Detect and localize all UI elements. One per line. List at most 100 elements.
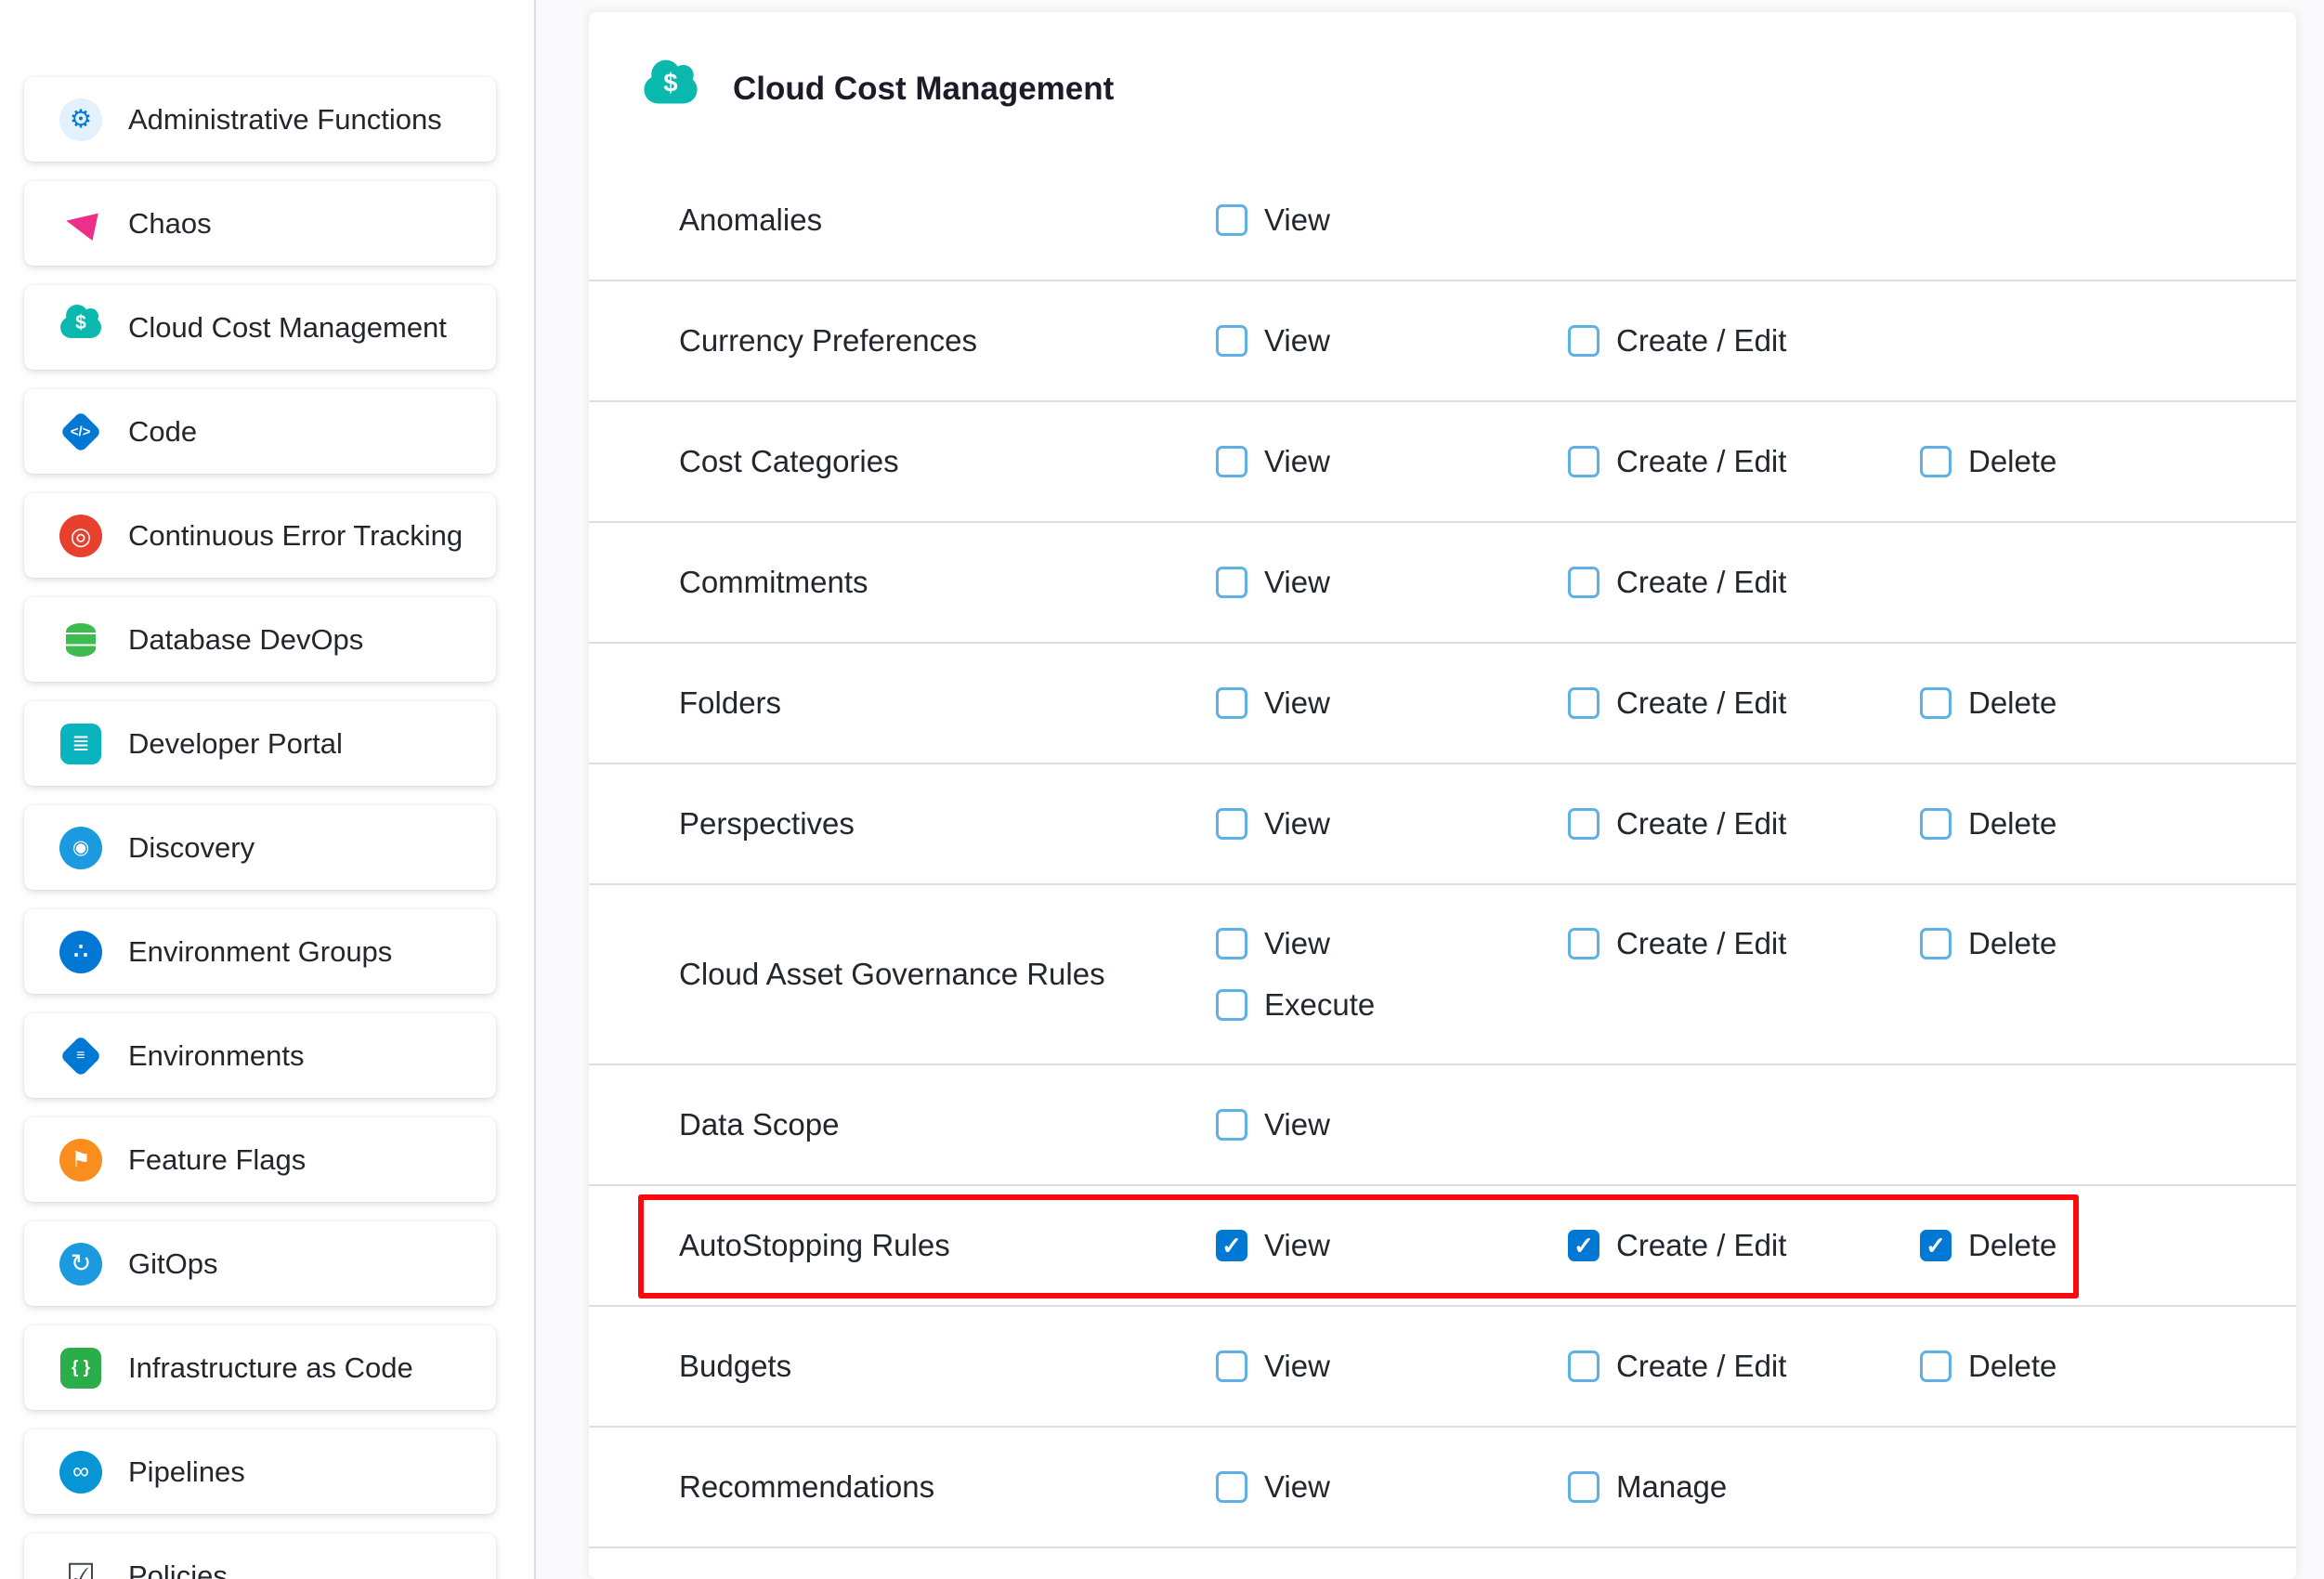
sidebar-item-environments[interactable]: ≡ Environments: [24, 1013, 496, 1098]
checkbox-perspectives-view[interactable]: [1216, 808, 1247, 840]
permission-row-cloud-asset-governance-rules: Cloud Asset Governance RulesViewCreate /…: [589, 885, 2296, 1065]
checkbox-perspectives-create-edit[interactable]: [1568, 808, 1599, 840]
permission-cell-delete: Delete: [1920, 438, 2056, 485]
check-icon: ✓: [1573, 1233, 1594, 1258]
module-label: Database DevOps: [128, 623, 363, 657]
permission-cell-delete: ✓Delete: [1920, 1222, 2056, 1269]
module-label: Environment Groups: [128, 935, 392, 969]
environment-groups-icon: ∴: [58, 929, 104, 975]
permission-label: Create / Edit: [1616, 323, 1786, 359]
permission-label: View: [1264, 926, 1330, 961]
checkbox-cost-categories-create-edit[interactable]: [1568, 446, 1599, 477]
permission-cell-view: ✓ View: [1216, 1222, 1330, 1269]
panel-header: $ Cloud Cost Management: [647, 60, 1114, 118]
checkbox-anomalies-view[interactable]: [1216, 204, 1247, 236]
module-list: ⚙ Administrative Functions Chaos $ Cloud…: [0, 77, 534, 1579]
permission-cell-view: View: [1216, 920, 1330, 967]
discovery-icon: ◉: [58, 825, 104, 871]
checkbox-folders-view[interactable]: [1216, 687, 1247, 719]
checkbox-budgets-delete[interactable]: [1920, 1351, 1952, 1382]
permission-cell-execute: Execute: [1216, 982, 1375, 1028]
sidebar-item-policies[interactable]: ☑ Policies: [24, 1533, 496, 1579]
checkbox-folders-create-edit[interactable]: [1568, 687, 1599, 719]
sidebar-item-chaos[interactable]: Chaos: [24, 181, 496, 266]
checkbox-budgets-create-edit[interactable]: [1568, 1351, 1599, 1382]
checkbox-commitments-create-edit[interactable]: [1568, 567, 1599, 598]
checkbox-currency-preferences-create-edit[interactable]: [1568, 325, 1599, 357]
checkbox-autostopping-rules-create-edit[interactable]: ✓: [1568, 1230, 1599, 1261]
permission-label: Create / Edit: [1616, 685, 1786, 721]
check-icon: ✓: [1221, 1233, 1242, 1258]
permission-label: View: [1264, 444, 1330, 479]
checkbox-budgets-view[interactable]: [1216, 1351, 1247, 1382]
code-icon: </>: [58, 409, 104, 455]
portal-icon: ≣: [58, 721, 104, 767]
permission-label: Delete: [1968, 444, 2056, 479]
permission-cell-view: View: [1216, 318, 1330, 364]
checkbox-folders-delete[interactable]: [1920, 687, 1952, 719]
permission-rows: AnomaliesViewCurrency PreferencesViewCre…: [589, 161, 2296, 1548]
permission-row-budgets: BudgetsViewCreate / EditDelete: [589, 1307, 2296, 1428]
module-label: Code: [128, 415, 197, 449]
sidebar-item-cloud-cost-management[interactable]: $ Cloud Cost Management: [24, 285, 496, 370]
checkbox-cloud-asset-governance-rules-create-edit[interactable]: [1568, 928, 1599, 959]
permission-cell-delete: Delete: [1920, 680, 2056, 726]
checkbox-recommendations-manage[interactable]: [1568, 1471, 1599, 1503]
sidebar-item-pipelines[interactable]: ∞ Pipelines: [24, 1429, 496, 1514]
pipelines-icon: ∞: [58, 1449, 104, 1495]
checkbox-cloud-asset-governance-rules-delete[interactable]: [1920, 928, 1952, 959]
permission-label: Delete: [1968, 1349, 2056, 1384]
sidebar-item-code[interactable]: </> Code: [24, 389, 496, 474]
permission-cell-view: View: [1216, 1102, 1330, 1148]
permission-cell-create-edit: Create / Edit: [1568, 318, 1786, 364]
checkbox-autostopping-rules-delete[interactable]: ✓: [1920, 1230, 1952, 1261]
checkbox-cloud-asset-governance-rules-view[interactable]: [1216, 928, 1247, 959]
iac-icon: { }: [58, 1345, 104, 1391]
permission-label: View: [1264, 202, 1330, 238]
sidebar-item-infrastructure-as-code[interactable]: { } Infrastructure as Code: [24, 1325, 496, 1410]
sidebar-item-developer-portal[interactable]: ≣ Developer Portal: [24, 701, 496, 786]
feature-flag-icon: ⚑: [58, 1137, 104, 1183]
permission-label: Create / Edit: [1616, 806, 1786, 842]
permission-row-folders: FoldersViewCreate / EditDelete: [589, 644, 2296, 764]
permission-label: View: [1264, 1107, 1330, 1142]
gitops-icon: ↻: [58, 1241, 104, 1287]
sidebar-item-discovery[interactable]: ◉ Discovery: [24, 805, 496, 890]
permission-label: Execute: [1264, 987, 1375, 1023]
cloud-dollar-icon: $: [647, 66, 694, 112]
permission-label: View: [1264, 1228, 1330, 1263]
sidebar-item-continuous-error-tracking[interactable]: ◎ Continuous Error Tracking: [24, 493, 496, 578]
permission-cell-view: View: [1216, 1343, 1330, 1390]
checkbox-perspectives-delete[interactable]: [1920, 808, 1952, 840]
permission-label: View: [1264, 323, 1330, 359]
module-label: Environments: [128, 1039, 305, 1073]
permission-row-autostopping-rules: AutoStopping Rules✓View✓Create / Edit✓De…: [589, 1186, 2296, 1307]
permission-label: Create / Edit: [1616, 444, 1786, 479]
permission-label: Create / Edit: [1616, 565, 1786, 600]
checkbox-commitments-view[interactable]: [1216, 567, 1247, 598]
checkbox-cost-categories-view[interactable]: [1216, 446, 1247, 477]
sidebar-item-database-devops[interactable]: Database DevOps: [24, 597, 496, 682]
permission-label: Delete: [1968, 685, 2056, 721]
page-title: Cloud Cost Management: [733, 71, 1114, 108]
sidebar-item-gitops[interactable]: ↻ GitOps: [24, 1221, 496, 1306]
permission-label: Create / Edit: [1616, 1228, 1786, 1263]
permission-row-anomalies: AnomaliesView: [589, 161, 2296, 281]
checkbox-autostopping-rules-view[interactable]: ✓: [1216, 1230, 1247, 1261]
sidebar-item-feature-flags[interactable]: ⚑ Feature Flags: [24, 1117, 496, 1202]
permissions-panel: $ Cloud Cost Management AnomaliesViewCur…: [589, 12, 2296, 1579]
permission-cell-create-edit: ✓ Create / Edit: [1568, 1222, 1786, 1269]
checkbox-currency-preferences-view[interactable]: [1216, 325, 1247, 357]
permission-cell-manage: Manage: [1568, 1464, 1727, 1510]
permission-label: View: [1264, 806, 1330, 842]
checkbox-cloud-asset-governance-rules-execute[interactable]: [1216, 989, 1247, 1021]
sidebar-item-administrative-functions[interactable]: ⚙ Administrative Functions: [24, 77, 496, 162]
checkbox-data-scope-view[interactable]: [1216, 1109, 1247, 1141]
permission-label: Delete: [1968, 806, 2056, 842]
module-label: Policies: [128, 1559, 228, 1579]
module-label: Chaos: [128, 207, 212, 241]
sidebar-item-environment-groups[interactable]: ∴ Environment Groups: [24, 909, 496, 994]
checkbox-recommendations-view[interactable]: [1216, 1471, 1247, 1503]
permission-row-cost-categories: Cost CategoriesViewCreate / EditDelete: [589, 402, 2296, 523]
checkbox-cost-categories-delete[interactable]: [1920, 446, 1952, 477]
